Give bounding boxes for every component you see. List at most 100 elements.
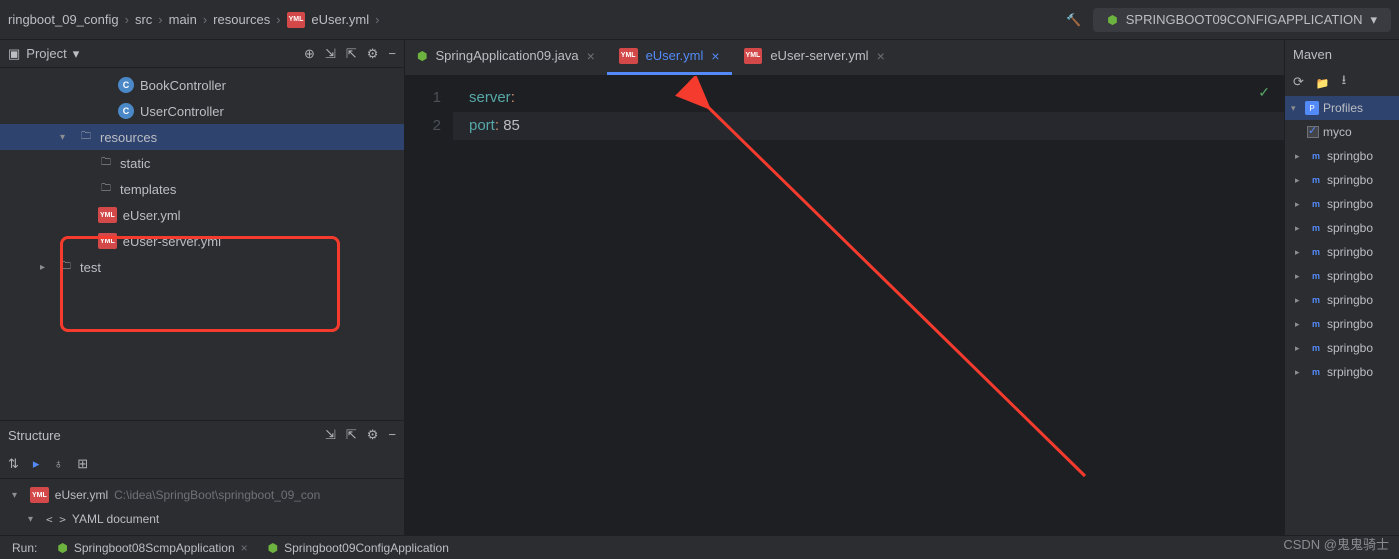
maven-module-item[interactable]: ▸mspringbo (1285, 312, 1399, 336)
structure-toolbar (0, 449, 404, 479)
chevron-right-icon: ▸ (1295, 319, 1305, 330)
tree-view-icon[interactable] (53, 456, 63, 471)
maven-module-item[interactable]: ▸mspringbo (1285, 336, 1399, 360)
breadcrumb-item[interactable]: resources (213, 12, 270, 27)
editor-gutter: 12 (405, 76, 453, 559)
close-icon[interactable]: × (877, 48, 885, 64)
checkbox-checked-icon[interactable] (1307, 126, 1319, 138)
maven-module-icon: m (1309, 269, 1323, 283)
maven-module-item[interactable]: ▸mspringbo (1285, 144, 1399, 168)
folder-icon: 🗀 (98, 181, 114, 197)
maven-module-item[interactable]: ▸mspringbo (1285, 192, 1399, 216)
tree-item[interactable]: CUserController (0, 98, 404, 124)
spring-icon: ⬢ (1107, 13, 1117, 27)
chevron-down-icon (60, 132, 72, 143)
maven-module-item[interactable]: ▸mspringbo (1285, 240, 1399, 264)
maven-module-icon: m (1309, 173, 1323, 187)
inspections-ok-icon[interactable] (1258, 84, 1270, 101)
close-icon[interactable]: × (241, 541, 248, 555)
folder-icon: 🗀 (78, 129, 94, 145)
maven-module-icon: m (1309, 245, 1323, 259)
code-line[interactable]: server: (453, 84, 1284, 112)
maven-module-label: springbo (1327, 341, 1373, 355)
gear-icon[interactable] (367, 427, 379, 443)
autoscroll-icon[interactable] (33, 456, 40, 472)
tree-item-label: eUser.yml (123, 208, 181, 223)
maven-profile-item[interactable]: myco (1285, 120, 1399, 144)
maven-module-item[interactable]: ▸mspringbo (1285, 216, 1399, 240)
breadcrumb: ringboot_09_config › src › main › resour… (8, 12, 1066, 28)
chevron-down-icon[interactable] (73, 46, 80, 62)
maven-module-item[interactable]: ▸mspringbo (1285, 168, 1399, 192)
run-label: Run: (12, 541, 37, 555)
tree-item-label: test (80, 260, 101, 275)
structure-file-item[interactable]: YML eUser.yml C:\idea\SpringBoot\springb… (0, 483, 404, 507)
maven-module-label: springbo (1327, 221, 1373, 235)
editor-tab[interactable]: YMLeUser.yml× (607, 39, 732, 75)
chevron-down-icon (28, 514, 40, 525)
breadcrumb-item[interactable]: ringboot_09_config (8, 12, 119, 27)
chevron-right-icon: ▸ (1295, 175, 1305, 186)
project-icon: ▣ (8, 46, 20, 62)
code-line[interactable]: port: 85 (453, 112, 1284, 140)
structure-node[interactable]: < > YAML document (0, 507, 404, 531)
collapse-all-icon[interactable] (346, 427, 357, 443)
run-configuration-selector[interactable]: ⬢ SPRINGBOOT09CONFIGAPPLICATION (1093, 8, 1391, 32)
folder-icon: 🗀 (58, 259, 74, 275)
gear-icon[interactable] (367, 46, 379, 62)
maven-module-icon: m (1309, 149, 1323, 163)
refresh-icon[interactable] (1293, 74, 1304, 90)
yml-icon: YML (98, 207, 117, 223)
tree-item[interactable]: 🗀 resources (0, 124, 404, 150)
tree-item-label: UserController (140, 104, 224, 119)
breadcrumb-item[interactable]: eUser.yml (311, 12, 369, 27)
run-tab[interactable]: ⬢ Springboot09ConfigApplication (268, 541, 449, 555)
close-icon[interactable]: × (711, 48, 719, 64)
tree-view-icon[interactable] (77, 456, 88, 472)
run-tab[interactable]: ⬢ Springboot08ScmpApplication × (57, 541, 247, 555)
editor-area: ⬢SpringApplication09.java×YMLeUser.yml×Y… (405, 40, 1284, 559)
maven-tree[interactable]: ▾ P Profiles myco ▸mspringbo▸mspringbo▸m… (1285, 96, 1399, 559)
breadcrumb-item[interactable]: main (169, 12, 197, 27)
tree-item[interactable]: YML eUser.yml (0, 202, 404, 228)
select-opened-file-icon[interactable] (304, 46, 315, 62)
sort-icon[interactable] (8, 456, 19, 472)
structure-node-label: YAML document (72, 512, 159, 526)
yml-icon: YML (30, 487, 49, 503)
tree-item[interactable]: CBookController (0, 72, 404, 98)
editor-content[interactable]: server: port: 85 (453, 76, 1284, 559)
maven-module-item[interactable]: ▸msrpingbo (1285, 360, 1399, 384)
folder-icon: 🗀 (98, 155, 114, 171)
download-icon[interactable] (1342, 71, 1347, 93)
chevron-right-icon: › (158, 12, 162, 27)
tree-item[interactable]: 🗀 test (0, 254, 404, 280)
maven-module-icon: m (1309, 317, 1323, 331)
tree-item[interactable]: 🗀templates (0, 176, 404, 202)
code-editor[interactable]: 12 server: port: 85 (405, 76, 1284, 559)
tree-item[interactable]: 🗀static (0, 150, 404, 176)
add-project-icon[interactable] (1316, 75, 1330, 90)
project-panel-title: Project (26, 46, 66, 61)
hide-icon[interactable] (388, 46, 396, 62)
maven-module-item[interactable]: ▸mspringbo (1285, 264, 1399, 288)
expand-all-icon[interactable] (325, 46, 336, 62)
hide-icon[interactable] (388, 427, 396, 443)
close-icon[interactable]: × (587, 48, 595, 64)
collapse-all-icon[interactable] (346, 46, 357, 62)
tree-item[interactable]: YMLeUser-server.yml (0, 228, 404, 254)
yaml-document-icon: < > (46, 513, 66, 526)
tab-label: SpringApplication09.java (435, 48, 578, 63)
watermark-text: CSDN @鬼鬼骑士 (1283, 534, 1389, 553)
hammer-icon[interactable] (1066, 12, 1081, 27)
expand-all-icon[interactable] (325, 427, 336, 443)
breadcrumb-item[interactable]: src (135, 12, 152, 27)
maven-profiles-node[interactable]: ▾ P Profiles (1285, 96, 1399, 120)
maven-module-item[interactable]: ▸mspringbo (1285, 288, 1399, 312)
project-tree[interactable]: CBookControllerCUserController 🗀 resources… (0, 68, 404, 420)
editor-tab[interactable]: YMLeUser-server.yml× (732, 39, 897, 75)
tree-item-label: resources (100, 130, 157, 145)
editor-tab[interactable]: ⬢SpringApplication09.java× (405, 39, 607, 75)
maven-module-label: springbo (1327, 245, 1373, 259)
maven-module-icon: m (1309, 293, 1323, 307)
run-tab-label: Springboot08ScmpApplication (74, 541, 235, 555)
